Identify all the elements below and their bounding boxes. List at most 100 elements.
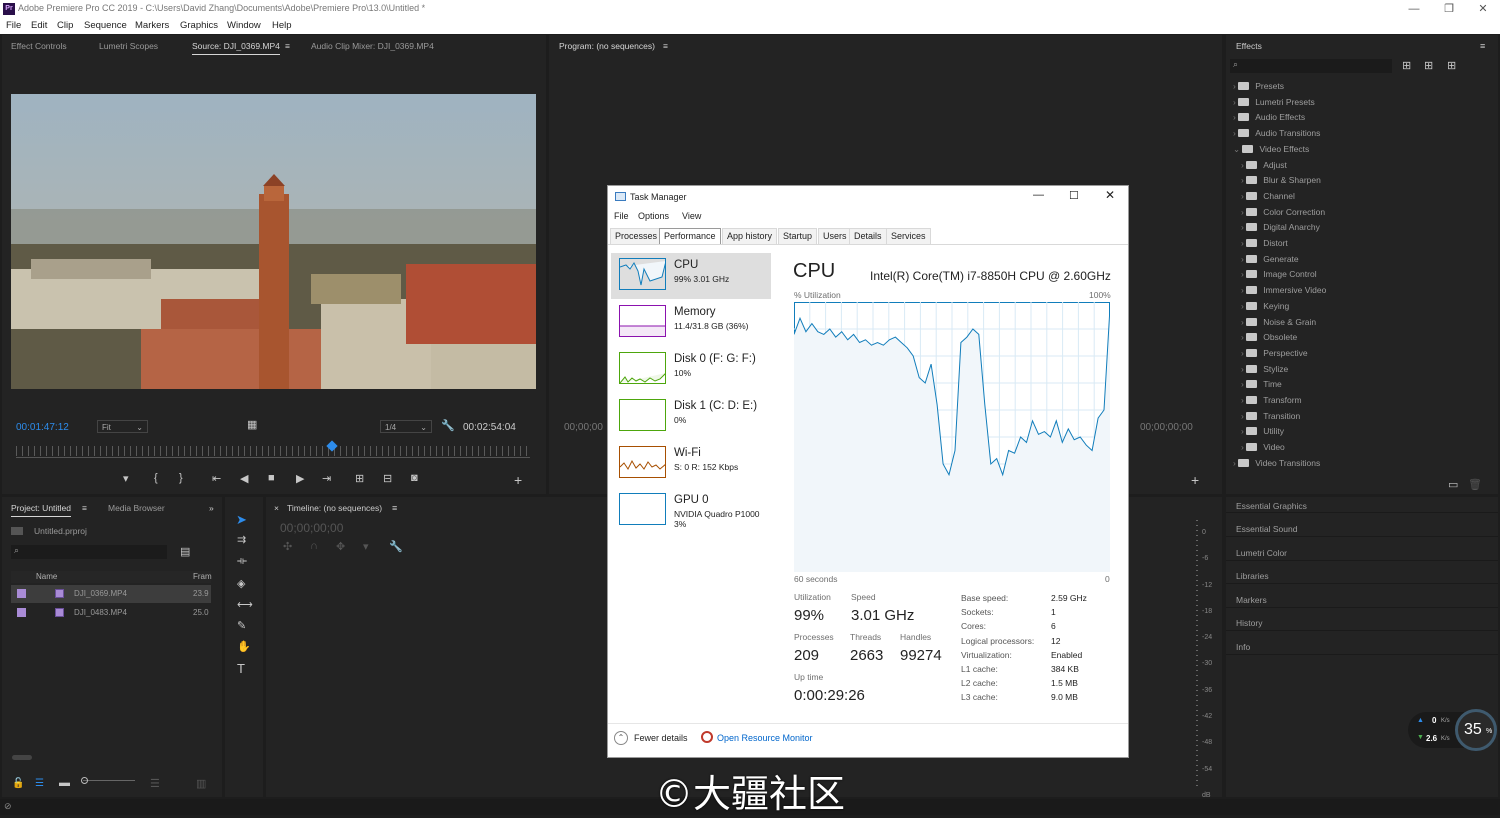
tab-source[interactable]: Source: DJI_0369.MP4 [192,41,280,55]
snap-icon[interactable]: ✣ [283,540,292,553]
tm-menu-view[interactable]: View [682,211,701,221]
effects-tree-item[interactable]: › Perspective [1241,348,1308,358]
minimize-button[interactable]: — [1397,0,1431,18]
menu-edit[interactable]: Edit [31,20,47,31]
resource-cpu[interactable]: CPU 99% 3.01 GHz [611,253,771,299]
panel-menu-icon[interactable]: ≡ [285,41,290,51]
add-button-icon[interactable]: + [514,472,522,488]
effects-tree-item[interactable]: › Lumetri Presets [1233,97,1315,107]
panel-lumetri-color[interactable]: Lumetri Color [1236,548,1287,558]
menu-markers[interactable]: Markers [135,20,169,31]
project-panel-menu-icon[interactable]: ≡ [82,503,87,513]
effects-tree-item[interactable]: › Obsolete [1241,332,1297,342]
new-bin-effects-icon[interactable]: ▭ [1448,478,1458,491]
fewer-details-link[interactable]: Fewer details [634,733,688,743]
new-bin-icon[interactable]: ▤ [180,545,190,558]
mark-in-icon[interactable]: { [154,472,158,484]
close-tab-icon[interactable]: × [274,503,279,513]
icon-view-icon[interactable]: ▬ [59,777,70,789]
list-view-icon[interactable]: ☰ [35,778,44,789]
tm-tab-processes[interactable]: Processes [610,228,663,244]
project-item-row[interactable]: DJI_0483.MP4 25.0 [11,604,211,622]
panel-info[interactable]: Info [1236,642,1250,652]
zoom-slider[interactable] [83,780,135,781]
pen-tool-icon[interactable]: ✎ [237,619,246,632]
close-button[interactable]: ✕ [1466,0,1500,18]
tab-timeline[interactable]: Timeline: (no sequences) [287,503,382,513]
column-name[interactable]: Name [36,572,57,581]
overflow-icon[interactable]: » [209,503,214,513]
step-back-icon[interactable]: ◀ [240,472,248,485]
export-frame-icon[interactable]: ◙ [411,472,418,484]
effects-tree-item[interactable]: › Digital Anarchy [1241,222,1320,232]
tab-audio-clip-mixer[interactable]: Audio Clip Mixer: DJI_0369.MP4 [311,41,434,51]
tm-menu-options[interactable]: Options [638,211,669,221]
project-item-row[interactable]: DJI_0369.MP4 23.9 [11,585,211,603]
effects-tree-item[interactable]: › Audio Effects [1233,112,1305,122]
menu-help[interactable]: Help [272,20,292,31]
effects-tree-item[interactable]: › Distort [1241,238,1288,248]
resolution-select[interactable]: 1/4 ⌄ [380,420,432,433]
insert-icon[interactable]: ⊞ [355,472,364,485]
stop-icon[interactable]: ■ [268,472,275,484]
tab-effect-controls[interactable]: Effect Controls [11,41,67,51]
program-panel-menu-icon[interactable]: ≡ [663,41,668,51]
lock-icon[interactable]: 🔓 [12,778,24,789]
go-to-out-icon[interactable]: ⇥ [322,472,331,485]
source-scrub-bar[interactable] [16,457,530,458]
32bit-effects-icon[interactable]: ⊞ [1424,59,1433,72]
effects-tree-item[interactable]: › Keying [1241,301,1289,311]
mark-out-icon[interactable]: } [179,472,183,484]
effects-tree-item[interactable]: › Stylize [1241,364,1288,374]
column-frame-rate[interactable]: Fram [193,572,212,581]
program-timecode[interactable]: 00;00;00 [564,422,603,433]
menu-clip[interactable]: Clip [57,20,73,31]
usage-gauge[interactable]: 35 % [1455,709,1497,751]
tm-tab-users[interactable]: Users [818,228,852,244]
effects-tree-item[interactable]: › Adjust [1241,160,1287,170]
resource-memory[interactable]: Memory 11.4/31.8 GB (36%) [611,300,771,346]
effects-tree-item[interactable]: › Channel [1241,191,1295,201]
tm-menu-file[interactable]: File [614,211,629,221]
tm-tab-services[interactable]: Services [886,228,931,244]
maximize-button[interactable]: ❐ [1432,0,1466,18]
tab-lumetri-scopes[interactable]: Lumetri Scopes [99,41,158,51]
tm-tab-performance[interactable]: Performance [659,228,721,244]
wrench-icon[interactable]: 🔧 [441,419,455,432]
effects-tree-item[interactable]: › Video Transitions [1233,458,1320,468]
timeline-timecode[interactable]: 00;00;00;00 [280,521,343,535]
tm-minimize-button[interactable]: — [1033,189,1044,201]
zoom-select[interactable]: Fit ⌄ [97,420,148,433]
effects-tree-item[interactable]: › Immersive Video [1241,285,1326,295]
selection-tool-icon[interactable]: ➤ [236,512,247,528]
panel-markers[interactable]: Markers [1236,595,1267,605]
tm-close-button[interactable]: ✕ [1105,188,1115,202]
panel-libraries[interactable]: Libraries [1236,571,1269,581]
menu-graphics[interactable]: Graphics [180,20,218,31]
effects-tree-item[interactable]: › Transition [1241,411,1300,421]
open-resource-monitor-link[interactable]: Open Resource Monitor [717,733,813,743]
effects-tree-item[interactable]: › Video [1241,442,1285,452]
menu-file[interactable]: File [6,20,21,31]
source-time-ruler[interactable] [16,446,530,456]
menu-window[interactable]: Window [227,20,261,31]
effects-tree-item[interactable]: ⌄ Video Effects [1233,144,1309,155]
tm-tab-startup[interactable]: Startup [778,228,818,244]
resource-gpu[interactable]: GPU 0 NVIDIA Quadro P1000 3% [611,488,771,534]
tm-maximize-button[interactable]: ☐ [1069,189,1079,202]
type-tool-icon[interactable]: T [237,661,245,676]
hand-tool-icon[interactable]: ✋ [237,640,251,653]
effects-tree-item[interactable]: › Transform [1241,395,1302,405]
effects-tree-item[interactable]: › Utility [1241,426,1284,436]
effects-search-input[interactable]: ⌕ [1230,59,1392,73]
automate-icon[interactable]: ▥ [196,777,206,790]
sort-icon[interactable]: ☰ [150,777,160,790]
tab-project[interactable]: Project: Untitled [11,503,71,517]
slip-tool-icon[interactable]: ⟷ [237,598,253,611]
marker-icon[interactable]: ▾ [363,540,369,553]
effects-tree-item[interactable]: › Generate [1241,254,1299,264]
effects-tree-item[interactable]: › Blur & Sharpen [1241,175,1321,185]
panel-history[interactable]: History [1236,618,1262,628]
project-search-input[interactable]: ⌕ [11,545,167,559]
tab-program[interactable]: Program: (no sequences) [559,41,655,54]
